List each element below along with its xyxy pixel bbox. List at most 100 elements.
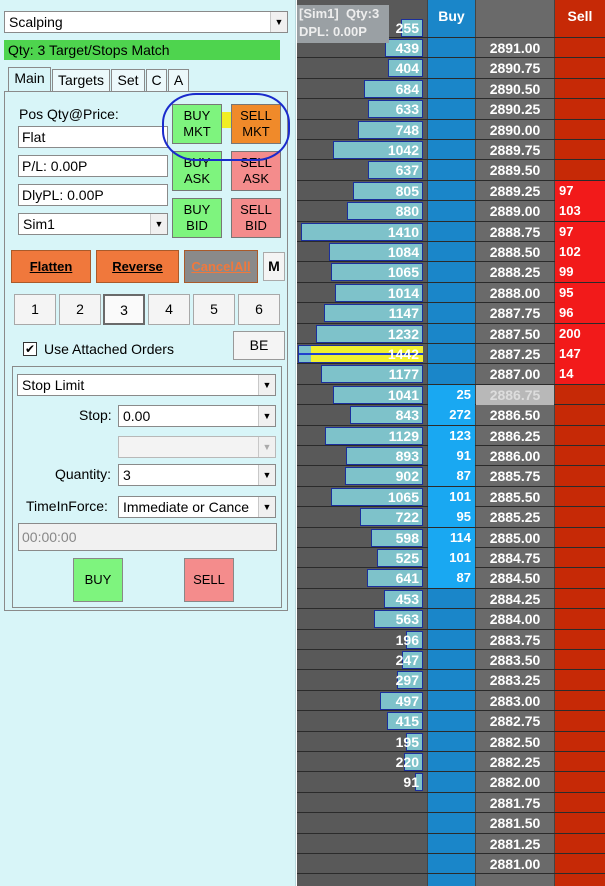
ladder-row[interactable]: 598 114 2885.00 bbox=[297, 527, 605, 548]
price-value[interactable]: 2887.75 bbox=[476, 303, 554, 323]
entry-sell-button[interactable]: SELL bbox=[184, 558, 234, 602]
price-value[interactable]: 2889.50 bbox=[476, 160, 554, 180]
price-value[interactable]: 2884.50 bbox=[476, 568, 554, 588]
ladder-row[interactable]: 195 2882.50 bbox=[297, 732, 605, 752]
quick-qty-2[interactable]: 2 bbox=[59, 294, 101, 325]
price-value[interactable]: 2885.50 bbox=[476, 487, 554, 507]
ladder-row[interactable]: 91 2882.00 bbox=[297, 772, 605, 793]
price-value[interactable]: 2884.00 bbox=[476, 609, 554, 629]
ladder-row[interactable]: 1147 2887.75 96 bbox=[297, 303, 605, 324]
ladder-row[interactable]: 453 2884.25 bbox=[297, 589, 605, 610]
sell-market-button[interactable]: SELL MKT bbox=[231, 104, 281, 144]
flatten-button[interactable]: Flatten bbox=[11, 250, 91, 283]
ladder-row[interactable]: 247 2883.50 bbox=[297, 650, 605, 671]
ladder-row[interactable]: 1041 25 2886.75 bbox=[297, 384, 605, 406]
price-value[interactable]: 2884.75 bbox=[476, 548, 554, 568]
price-value[interactable]: 2890.25 bbox=[476, 99, 554, 119]
ladder-row[interactable]: 497 2883.00 bbox=[297, 691, 605, 712]
price-value[interactable]: 2890.00 bbox=[476, 120, 554, 140]
price-value[interactable]: 2889.00 bbox=[476, 201, 554, 221]
m-button[interactable]: M bbox=[263, 252, 285, 281]
ladder-row[interactable]: 404 2890.75 bbox=[297, 58, 605, 79]
ladder-row[interactable]: 1442 2887.25 147 bbox=[297, 344, 605, 365]
price-value[interactable]: 2887.25 bbox=[476, 344, 554, 364]
price-value[interactable]: 2886.25 bbox=[476, 426, 554, 446]
price-value[interactable]: 2888.75 bbox=[476, 222, 554, 242]
buy-market-button[interactable]: BUY MKT bbox=[172, 104, 222, 144]
quick-qty-6[interactable]: 6 bbox=[238, 294, 280, 325]
quick-qty-5[interactable]: 5 bbox=[193, 294, 235, 325]
ladder-row[interactable]: 563 2884.00 bbox=[297, 609, 605, 630]
quick-qty-4[interactable]: 4 bbox=[148, 294, 190, 325]
price-value[interactable]: 2888.25 bbox=[476, 262, 554, 282]
price-value[interactable]: 2882.50 bbox=[476, 732, 554, 752]
stop-price-field[interactable]: 0.00 ▼ bbox=[118, 405, 276, 427]
price-value[interactable]: 2883.25 bbox=[476, 670, 554, 690]
ladder-row[interactable]: 748 2890.00 bbox=[297, 120, 605, 140]
ladder-row[interactable]: 220 2882.25 bbox=[297, 752, 605, 773]
price-value[interactable]: 2883.75 bbox=[476, 630, 554, 650]
sell-bid-button[interactable]: SELL BID bbox=[231, 198, 281, 238]
ladder-row[interactable]: 1232 2887.50 200 bbox=[297, 323, 605, 344]
cancel-all-button[interactable]: CancelAll bbox=[184, 250, 258, 283]
price-value[interactable]: 2882.25 bbox=[476, 752, 554, 772]
breakeven-button[interactable]: BE bbox=[233, 331, 285, 360]
price-value[interactable]: 2886.75 bbox=[476, 384, 554, 405]
limit-price-field[interactable]: ▼ bbox=[118, 436, 276, 458]
price-value[interactable]: 2883.50 bbox=[476, 650, 554, 670]
tab-a[interactable]: A bbox=[168, 69, 189, 91]
ladder-row[interactable]: 893 91 2886.00 bbox=[297, 446, 605, 467]
ladder-row[interactable]: 1065 2888.25 99 bbox=[297, 262, 605, 283]
price-value[interactable]: 2881.50 bbox=[476, 813, 554, 833]
price-value[interactable]: 2885.25 bbox=[476, 507, 554, 527]
use-attached-orders-checkbox[interactable]: ✔ bbox=[23, 342, 37, 356]
quick-qty-1[interactable]: 1 bbox=[14, 294, 56, 325]
price-value[interactable]: 2891.00 bbox=[476, 38, 554, 58]
ladder-row[interactable]: 843 272 2886.50 bbox=[297, 405, 605, 426]
tab-set[interactable]: Set bbox=[111, 69, 145, 91]
ladder-row[interactable]: 2881.75 bbox=[297, 793, 605, 814]
ladder-row[interactable]: 1065 101 2885.50 bbox=[297, 486, 605, 508]
price-value[interactable]: 2882.00 bbox=[476, 772, 554, 792]
quantity-field[interactable]: 3 ▼ bbox=[118, 464, 276, 486]
price-value[interactable]: 2884.25 bbox=[476, 589, 554, 609]
ladder-row[interactable]: 1177 2887.00 14 bbox=[297, 364, 605, 385]
ladder-row[interactable]: 2881.25 bbox=[297, 834, 605, 854]
price-value[interactable]: 2888.50 bbox=[476, 242, 554, 262]
ladder-row[interactable]: 2881.00 bbox=[297, 854, 605, 875]
price-value[interactable]: 2887.00 bbox=[476, 364, 554, 384]
ladder-row[interactable]: 902 87 2885.75 bbox=[297, 466, 605, 487]
time-in-force-dropdown[interactable]: Immediate or Cance ▼ bbox=[118, 496, 276, 518]
price-value[interactable]: 2890.75 bbox=[476, 58, 554, 78]
tab-c[interactable]: C bbox=[146, 69, 167, 91]
ladder-row[interactable]: 1014 2888.00 95 bbox=[297, 282, 605, 304]
order-type-dropdown[interactable]: Stop Limit ▼ bbox=[17, 374, 276, 396]
tab-main[interactable]: Main bbox=[8, 67, 51, 92]
ladder-row[interactable]: 1129 123 2886.25 bbox=[297, 425, 605, 446]
price-value[interactable]: 2881.75 bbox=[476, 793, 554, 813]
price-value[interactable]: 2882.75 bbox=[476, 711, 554, 731]
price-value[interactable]: 2885.75 bbox=[476, 466, 554, 486]
price-value[interactable]: 2886.50 bbox=[476, 405, 554, 425]
account-dropdown[interactable]: Sim1 ▼ bbox=[18, 213, 168, 235]
ladder-row[interactable]: 880 2889.00 103 bbox=[297, 201, 605, 222]
reverse-button[interactable]: Reverse bbox=[96, 250, 179, 283]
quick-qty-3[interactable]: 3 bbox=[103, 294, 145, 325]
ladder-row[interactable]: 196 2883.75 bbox=[297, 630, 605, 650]
ladder-row[interactable]: 1084 2888.50 102 bbox=[297, 242, 605, 263]
price-value[interactable]: 2886.00 bbox=[476, 446, 554, 466]
ladder-row[interactable]: 805 2889.25 97 bbox=[297, 180, 605, 202]
ladder-row[interactable]: 722 95 2885.25 bbox=[297, 507, 605, 528]
buy-bid-button[interactable]: BUY BID bbox=[172, 198, 222, 238]
price-value[interactable]: 2885.00 bbox=[476, 528, 554, 548]
price-value[interactable]: 2889.25 bbox=[476, 181, 554, 201]
ladder-row[interactable]: 637 2889.50 bbox=[297, 160, 605, 181]
price-value[interactable]: 2889.75 bbox=[476, 140, 554, 160]
ladder-row[interactable]: 2881.50 bbox=[297, 813, 605, 834]
ladder-row[interactable]: 1042 2889.75 bbox=[297, 140, 605, 161]
price-value[interactable]: 2883.00 bbox=[476, 691, 554, 711]
price-value[interactable]: 2881.00 bbox=[476, 854, 554, 874]
ladder-row[interactable]: 633 2890.25 bbox=[297, 99, 605, 120]
sell-ask-button[interactable]: SELL ASK bbox=[231, 151, 281, 191]
ladder-row[interactable]: 525 101 2884.75 bbox=[297, 548, 605, 569]
